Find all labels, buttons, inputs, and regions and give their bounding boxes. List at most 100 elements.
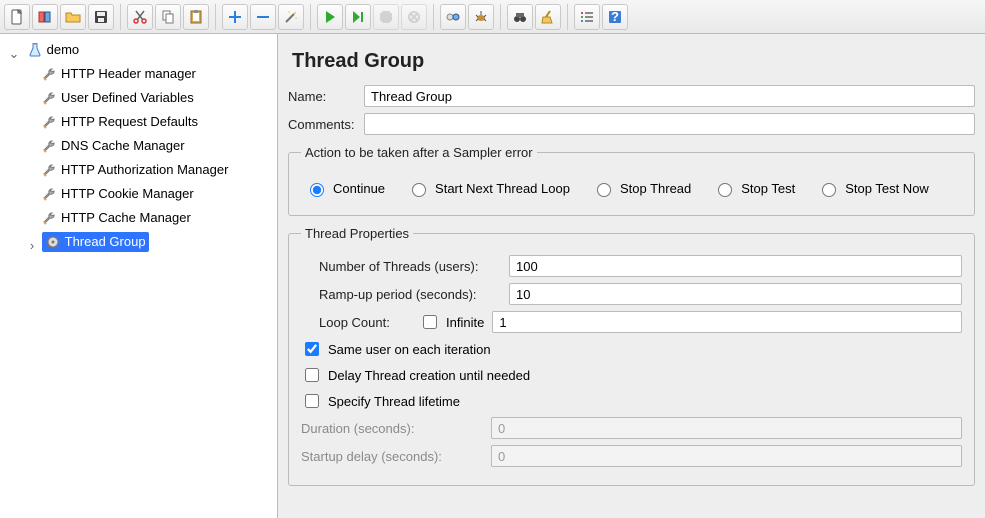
clipboard-icon	[188, 9, 204, 25]
search-button[interactable]	[507, 4, 533, 30]
tree-config-item[interactable]: DNS Cache Manager	[38, 136, 188, 156]
radio-stop-test-now[interactable]: Stop Test Now	[817, 180, 929, 197]
gc-button[interactable]	[468, 4, 494, 30]
tree-test-plan[interactable]: demo	[24, 40, 83, 60]
tree-config-item[interactable]: User Defined Variables	[38, 88, 197, 108]
tree-config-item[interactable]: HTTP Cookie Manager	[38, 184, 197, 204]
tree-node-label: HTTP Cache Manager	[61, 208, 191, 228]
list-icon	[579, 9, 595, 25]
save-button[interactable]	[88, 4, 114, 30]
delay-creation-checkbox[interactable]: Delay Thread creation until needed	[301, 365, 962, 385]
wrench-icon	[41, 138, 57, 154]
sampler-error-legend: Action to be taken after a Sampler error	[301, 145, 537, 160]
tree-node-label: demo	[47, 40, 80, 60]
radio-stop-thread[interactable]: Stop Thread	[592, 180, 691, 197]
tree-config-item[interactable]: HTTP Cache Manager	[38, 208, 194, 228]
clear-search-button[interactable]	[535, 4, 561, 30]
editor-panel: Thread Group Name: Comments: Action to b…	[278, 34, 985, 518]
tree-config-item[interactable]: HTTP Header manager	[38, 64, 199, 84]
paste-button[interactable]	[183, 4, 209, 30]
comments-label: Comments:	[288, 117, 364, 132]
separator	[310, 4, 311, 30]
loop-count-input[interactable]	[492, 311, 962, 333]
flask-icon	[27, 42, 43, 58]
copy-button[interactable]	[155, 4, 181, 30]
loop-infinite-checkbox[interactable]: Infinite	[419, 312, 484, 332]
play-alt-icon	[350, 9, 366, 25]
sampler-error-group: Action to be taken after a Sampler error…	[288, 145, 975, 216]
help-icon: ?	[607, 9, 623, 25]
collapse-button[interactable]	[250, 4, 276, 30]
enable-disable-button[interactable]	[440, 4, 466, 30]
same-user-checkbox[interactable]: Same user on each iteration	[301, 339, 962, 359]
wrench-icon	[41, 162, 57, 178]
gear-icon	[45, 234, 61, 250]
name-label: Name:	[288, 89, 364, 104]
page-title: Thread Group	[292, 50, 975, 73]
thread-properties-legend: Thread Properties	[301, 226, 413, 241]
radio-start-next[interactable]: Start Next Thread Loop	[407, 180, 570, 197]
wrench-icon	[41, 90, 57, 106]
expand-button[interactable]	[222, 4, 248, 30]
specify-lifetime-checkbox[interactable]: Specify Thread lifetime	[301, 391, 962, 411]
expander-icon[interactable]: ⌄	[8, 44, 20, 64]
loop-count-label: Loop Count:	[319, 315, 419, 330]
tree-node-label: User Defined Variables	[61, 88, 194, 108]
tree-config-item[interactable]: HTTP Authorization Manager	[38, 160, 231, 180]
save-icon	[93, 9, 109, 25]
stop-icon	[378, 9, 394, 25]
threads-input[interactable]	[509, 255, 962, 277]
threads-label: Number of Threads (users):	[319, 259, 509, 274]
tree-node-label: HTTP Header manager	[61, 64, 196, 84]
startup-delay-input	[491, 445, 962, 467]
main-split: ⌄ demo ·HTTP Header manager·User Defined…	[0, 34, 985, 518]
wrench-icon	[41, 66, 57, 82]
start-no-pause-button[interactable]	[345, 4, 371, 30]
tree-node-label: HTTP Authorization Manager	[61, 160, 228, 180]
new-file-button[interactable]	[4, 4, 30, 30]
toggle-button[interactable]	[278, 4, 304, 30]
tree-thread-group[interactable]: Thread Group	[42, 232, 149, 252]
open-button[interactable]	[60, 4, 86, 30]
separator	[567, 4, 568, 30]
folder-open-icon	[65, 9, 81, 25]
tree-node-label: HTTP Cookie Manager	[61, 184, 194, 204]
separator	[433, 4, 434, 30]
duration-label: Duration (seconds):	[301, 421, 491, 436]
shutdown-button[interactable]	[401, 4, 427, 30]
separator	[500, 4, 501, 30]
startup-delay-label: Startup delay (seconds):	[301, 449, 491, 464]
separator	[120, 4, 121, 30]
radio-continue[interactable]: Continue	[305, 180, 385, 197]
name-input[interactable]	[364, 85, 975, 107]
thread-properties-group: Thread Properties Number of Threads (use…	[288, 226, 975, 486]
tree-node-label: Thread Group	[65, 232, 146, 252]
scissors-icon	[132, 9, 148, 25]
templates-button[interactable]	[32, 4, 58, 30]
toolbar: ?	[0, 0, 985, 34]
help-button[interactable]: ?	[602, 4, 628, 30]
test-plan-tree: ⌄ demo ·HTTP Header manager·User Defined…	[0, 34, 278, 518]
stop-button[interactable]	[373, 4, 399, 30]
toggle-icon	[445, 9, 461, 25]
wrench-icon	[41, 210, 57, 226]
expander-icon[interactable]: ›	[26, 236, 38, 256]
rampup-input[interactable]	[509, 283, 962, 305]
tree-config-item[interactable]: HTTP Request Defaults	[38, 112, 201, 132]
comments-input[interactable]	[364, 113, 975, 135]
cut-button[interactable]	[127, 4, 153, 30]
tree-node-label: DNS Cache Manager	[61, 136, 185, 156]
wrench-icon	[41, 186, 57, 202]
file-icon	[9, 9, 25, 25]
separator	[215, 4, 216, 30]
templates-icon	[37, 9, 53, 25]
broom-bug-icon	[473, 9, 489, 25]
wrench-icon	[41, 114, 57, 130]
radio-stop-test[interactable]: Stop Test	[713, 180, 795, 197]
start-button[interactable]	[317, 4, 343, 30]
minus-icon	[255, 9, 271, 25]
svg-text:?: ?	[611, 9, 619, 24]
binoculars-icon	[512, 9, 528, 25]
copy-icon	[160, 9, 176, 25]
function-helper-button[interactable]	[574, 4, 600, 30]
